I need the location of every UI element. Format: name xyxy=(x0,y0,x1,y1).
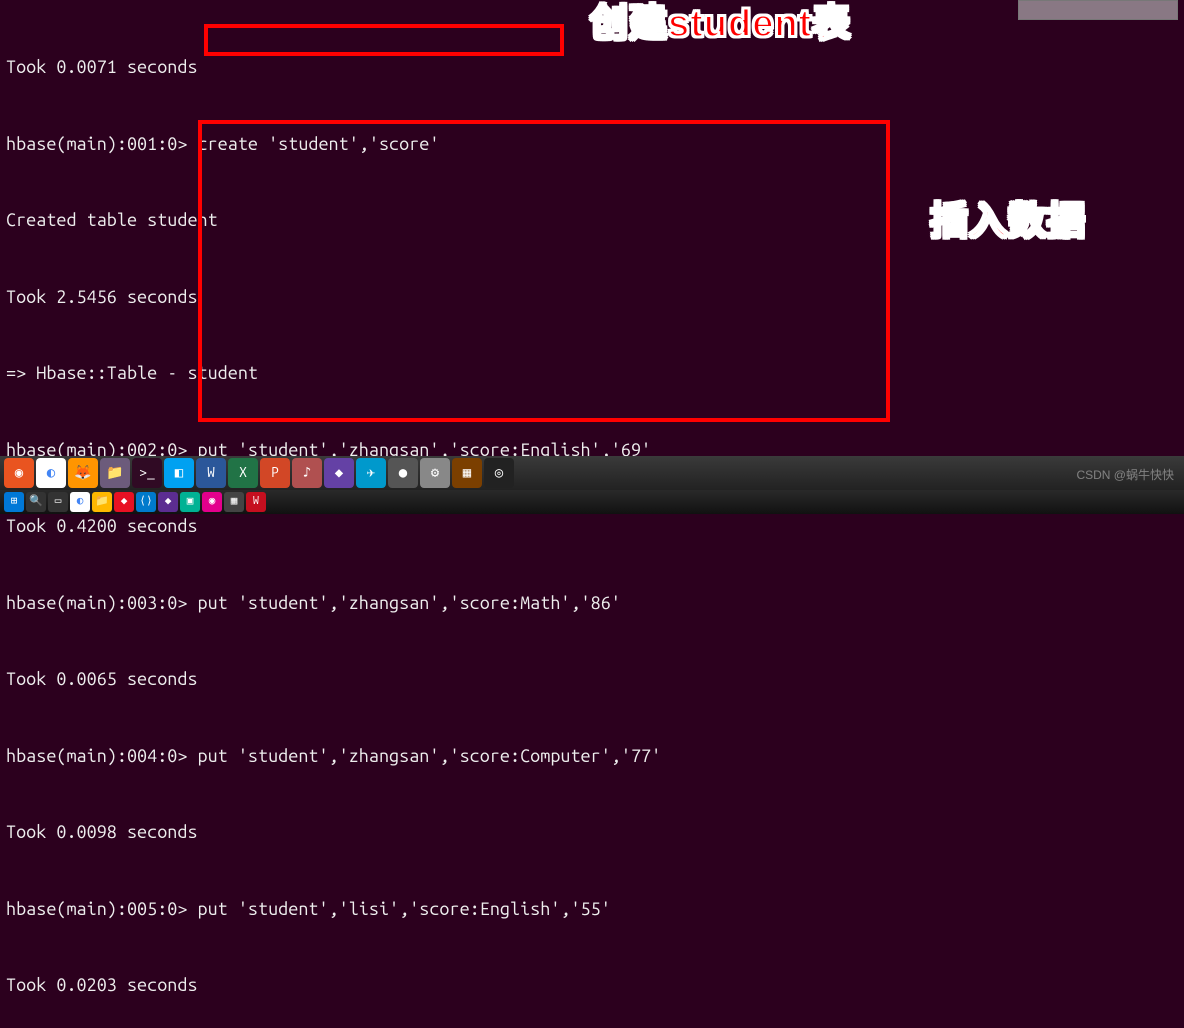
chrome2-icon[interactable]: ◐ xyxy=(70,492,90,512)
powerpoint-icon[interactable]: P xyxy=(260,458,290,488)
app12-icon[interactable]: W xyxy=(246,492,266,512)
terminal-line: Took 2.5456 seconds xyxy=(6,285,1178,311)
terminal-line: hbase(main):003:0> put 'student','zhangs… xyxy=(6,591,1178,617)
terminal-line: hbase(main):004:0> put 'student','zhangs… xyxy=(6,744,1178,770)
excel-icon[interactable]: X xyxy=(228,458,258,488)
music-icon[interactable]: ♪ xyxy=(292,458,322,488)
settings-icon[interactable]: ⚙ xyxy=(420,458,450,488)
terminal-line: Took 0.4200 seconds xyxy=(6,514,1178,540)
terminal-line: hbase(main):001:0> create 'student','sco… xyxy=(6,132,1178,158)
chrome-icon[interactable]: ◐ xyxy=(36,458,66,488)
terminal-line: Took 0.0071 seconds xyxy=(6,55,1178,81)
app8-icon[interactable]: ◆ xyxy=(158,492,178,512)
word-icon[interactable]: W xyxy=(196,458,226,488)
terminal-line: Took 0.0065 seconds xyxy=(6,667,1178,693)
terminal-line: Created table student xyxy=(6,208,1178,234)
vscode-icon[interactable]: ⟨⟩ xyxy=(136,492,156,512)
terminal-line: hbase(main):005:0> put 'student','lisi',… xyxy=(6,897,1178,923)
terminal-line: Took 0.0098 seconds xyxy=(6,820,1178,846)
app2-icon[interactable]: ◆ xyxy=(324,458,354,488)
app7-icon[interactable]: ◆ xyxy=(114,492,134,512)
app4-icon[interactable]: ● xyxy=(388,458,418,488)
files-icon[interactable]: 📁 xyxy=(100,458,130,488)
terminal-icon[interactable]: >_ xyxy=(132,458,162,488)
app6-icon[interactable]: ◎ xyxy=(484,458,514,488)
terminal-line: => Hbase::Table - student xyxy=(6,361,1178,387)
ubuntu-icon[interactable]: ◉ xyxy=(4,458,34,488)
app11-icon[interactable]: ▦ xyxy=(224,492,244,512)
taskview-icon[interactable]: ▭ xyxy=(48,492,68,512)
search-icon[interactable]: 🔍 xyxy=(26,492,46,512)
app9-icon[interactable]: ▣ xyxy=(180,492,200,512)
app3-icon[interactable]: ✈ xyxy=(356,458,386,488)
dock: ◉◐🦊📁>_◧WXP♪◆✈●⚙▦◎ xyxy=(0,456,1184,490)
firefox-icon[interactable]: 🦊 xyxy=(68,458,98,488)
windows-taskbar: ⊞🔍▭◐📁◆⟨⟩◆▣◉▦W xyxy=(0,490,1184,514)
start-icon[interactable]: ⊞ xyxy=(4,492,24,512)
terminal-output[interactable]: Took 0.0071 seconds hbase(main):001:0> c… xyxy=(0,0,1184,1028)
app5-icon[interactable]: ▦ xyxy=(452,458,482,488)
app-icon[interactable]: ◧ xyxy=(164,458,194,488)
files2-icon[interactable]: 📁 xyxy=(92,492,112,512)
app10-icon[interactable]: ◉ xyxy=(202,492,222,512)
terminal-line: Took 0.0203 seconds xyxy=(6,973,1178,999)
